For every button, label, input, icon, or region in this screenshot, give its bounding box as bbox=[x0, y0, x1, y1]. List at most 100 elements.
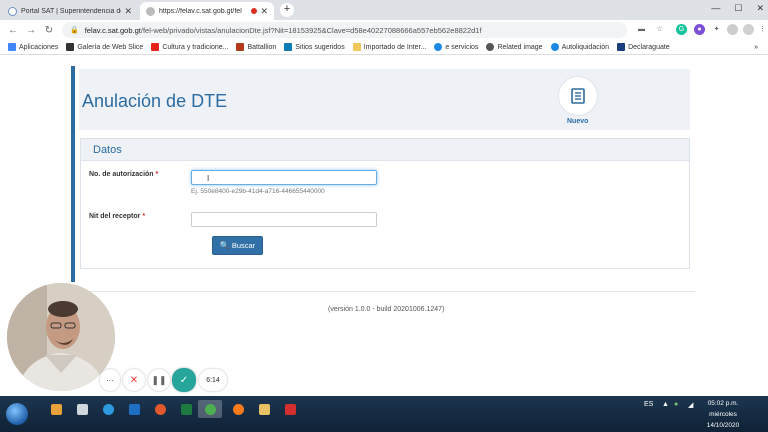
profile-avatar-icon[interactable] bbox=[743, 24, 754, 35]
bookmarks-bar: Aplicaciones Galería de Web Slice Cultur… bbox=[0, 40, 768, 55]
footer-divider bbox=[75, 291, 695, 292]
sat-favicon-icon bbox=[8, 6, 17, 16]
apps-grid-icon bbox=[8, 43, 16, 51]
globe-icon bbox=[146, 6, 155, 16]
required-mark: * bbox=[142, 213, 146, 220]
taskbar-excel[interactable] bbox=[174, 400, 198, 418]
chrome-icon bbox=[204, 403, 216, 415]
bookmark-aplicaciones[interactable]: Aplicaciones bbox=[8, 43, 58, 51]
auth-label: No. de autorización * bbox=[89, 171, 159, 178]
taskbar-chrome[interactable] bbox=[198, 400, 222, 418]
bookmark-star-icon[interactable]: ☆ bbox=[654, 24, 665, 35]
taskbar-explorer[interactable] bbox=[70, 400, 94, 418]
close-window-icon[interactable]: ✕ bbox=[756, 3, 764, 14]
tray-network-icon[interactable]: ● bbox=[674, 401, 678, 408]
url-host: felav.c.sat.gob.gt bbox=[84, 25, 141, 35]
extension-purple-icon[interactable]: ● bbox=[694, 24, 705, 35]
tab-felav[interactable]: https://felav.c.sat.gob.gt/fel ✕ bbox=[140, 2, 274, 20]
datos-panel-header bbox=[81, 139, 689, 161]
datos-title: Datos bbox=[93, 144, 122, 156]
window-controls: — ☐ ✕ bbox=[711, 3, 764, 14]
bookmark-battallion[interactable]: Battallion bbox=[236, 43, 276, 51]
folder-icon bbox=[258, 403, 270, 415]
pause-icon: ❚❚ bbox=[151, 374, 167, 385]
taskbar-firefox-alt[interactable] bbox=[148, 400, 172, 418]
tab-title: Portal SAT | Superintendencia de bbox=[21, 7, 122, 15]
bookmark-related[interactable]: Related image bbox=[486, 43, 543, 51]
nit-receptor-input[interactable] bbox=[191, 212, 377, 227]
circle-extension-icon[interactable] bbox=[727, 24, 738, 35]
clock-date: 14/10/2020 bbox=[706, 422, 740, 429]
more-bookmarks[interactable]: » bbox=[754, 44, 758, 51]
required-mark: * bbox=[155, 171, 159, 178]
tab-portal-sat[interactable]: Portal SAT | Superintendencia de ✕ bbox=[2, 2, 138, 20]
taskbar-folder[interactable] bbox=[252, 400, 276, 418]
taskbar-outlook[interactable] bbox=[122, 400, 146, 418]
close-icon[interactable]: ✕ bbox=[124, 6, 132, 17]
language-indicator[interactable]: ES bbox=[644, 401, 653, 408]
suggested-icon bbox=[284, 43, 293, 51]
taskbar-ie[interactable] bbox=[96, 400, 120, 418]
close-icon: ✕ bbox=[129, 374, 139, 386]
bookmark-importado[interactable]: Importado de Inter... bbox=[352, 43, 426, 51]
recorder-pause-button[interactable]: ❚❚ bbox=[148, 369, 170, 391]
taskbar-acrobat[interactable] bbox=[278, 400, 302, 418]
media-player-icon bbox=[50, 403, 62, 415]
clock-day: miércoles bbox=[709, 411, 737, 418]
recorder-finish-button[interactable]: ✓ bbox=[172, 368, 196, 392]
content-accent-bar bbox=[71, 66, 75, 282]
bookmark-declaraguate[interactable]: Declaraguate bbox=[617, 43, 670, 51]
tray-expand-icon[interactable]: ▲ bbox=[662, 401, 669, 408]
file-explorer-icon bbox=[76, 403, 88, 415]
excel-icon bbox=[180, 403, 192, 415]
webcam-person-icon bbox=[7, 283, 115, 391]
authorization-number-input[interactable] bbox=[191, 170, 377, 185]
bookmark-eservicios[interactable]: e servicios bbox=[434, 43, 478, 51]
extensions-icon[interactable]: ✦ bbox=[711, 24, 722, 35]
document-list-icon bbox=[571, 88, 585, 104]
search-icon: 🔍 bbox=[219, 241, 230, 250]
lock-icon[interactable]: 🔒 bbox=[70, 26, 79, 34]
firefox-icon bbox=[232, 403, 244, 415]
bookmark-autoliquidacion[interactable]: Autoliquidación bbox=[550, 43, 609, 51]
check-icon: ✓ bbox=[179, 374, 189, 386]
auth-hint: Ej. 550e8400-e29b-41d4-a716-446655440000 bbox=[191, 188, 325, 195]
new-tab-button[interactable]: + bbox=[280, 3, 294, 17]
recorder-app-icon bbox=[154, 403, 166, 415]
buscar-label: Buscar bbox=[231, 241, 256, 250]
taskbar-firefox[interactable] bbox=[226, 400, 250, 418]
recorder-cancel-button[interactable]: ✕ bbox=[123, 369, 145, 391]
cast-icon[interactable]: ▬ bbox=[636, 24, 647, 35]
ie-icon bbox=[550, 43, 559, 51]
url-bar[interactable]: 🔒 felav.c.sat.gob.gt /fel-web/privado/vi… bbox=[62, 22, 627, 38]
buscar-button[interactable]: 🔍 Buscar bbox=[212, 236, 263, 255]
recorder-more-button[interactable]: ··· bbox=[100, 369, 120, 391]
maximize-icon[interactable]: ☐ bbox=[734, 3, 742, 14]
bookmark-sitios[interactable]: Sitios sugeridos bbox=[284, 43, 345, 51]
minimize-icon[interactable]: — bbox=[711, 3, 720, 14]
battallion-icon bbox=[236, 43, 245, 51]
url-path: /fel-web/privado/vistas/anulacionDte.jsf… bbox=[140, 25, 482, 35]
forward-icon[interactable]: → bbox=[26, 25, 36, 36]
bookmark-cultura[interactable]: Cultura y tradicione... bbox=[151, 43, 228, 51]
address-toolbar: ← → ↻ 🔒 felav.c.sat.gob.gt /fel-web/priv… bbox=[0, 20, 768, 40]
ie-icon bbox=[102, 403, 114, 415]
pdf-icon bbox=[284, 403, 296, 415]
page-title: Anulación de DTE bbox=[82, 91, 228, 111]
reload-icon[interactable]: ↻ bbox=[44, 25, 54, 36]
nuevo-button[interactable] bbox=[558, 76, 598, 116]
tray-volume-icon[interactable]: ◢ bbox=[688, 401, 693, 409]
taskbar-clock[interactable]: 05:02 p.m. miércoles 14/10/2020 bbox=[700, 398, 746, 431]
close-icon[interactable]: ✕ bbox=[260, 6, 268, 17]
back-icon[interactable]: ← bbox=[8, 25, 18, 36]
outlook-icon bbox=[128, 403, 140, 415]
ie-icon bbox=[434, 43, 443, 51]
menu-kebab-icon[interactable]: ⋮ bbox=[757, 24, 768, 35]
start-button[interactable] bbox=[6, 403, 28, 425]
nit-label: Nit del receptor * bbox=[89, 213, 146, 220]
nuevo-label[interactable]: Nuevo bbox=[567, 118, 588, 125]
bookmark-galeria[interactable]: Galería de Web Slice bbox=[66, 43, 143, 51]
clock-time: 05:02 p.m. bbox=[707, 400, 739, 407]
taskbar-media-player[interactable] bbox=[44, 400, 68, 418]
grammarly-icon[interactable]: G bbox=[676, 24, 687, 35]
